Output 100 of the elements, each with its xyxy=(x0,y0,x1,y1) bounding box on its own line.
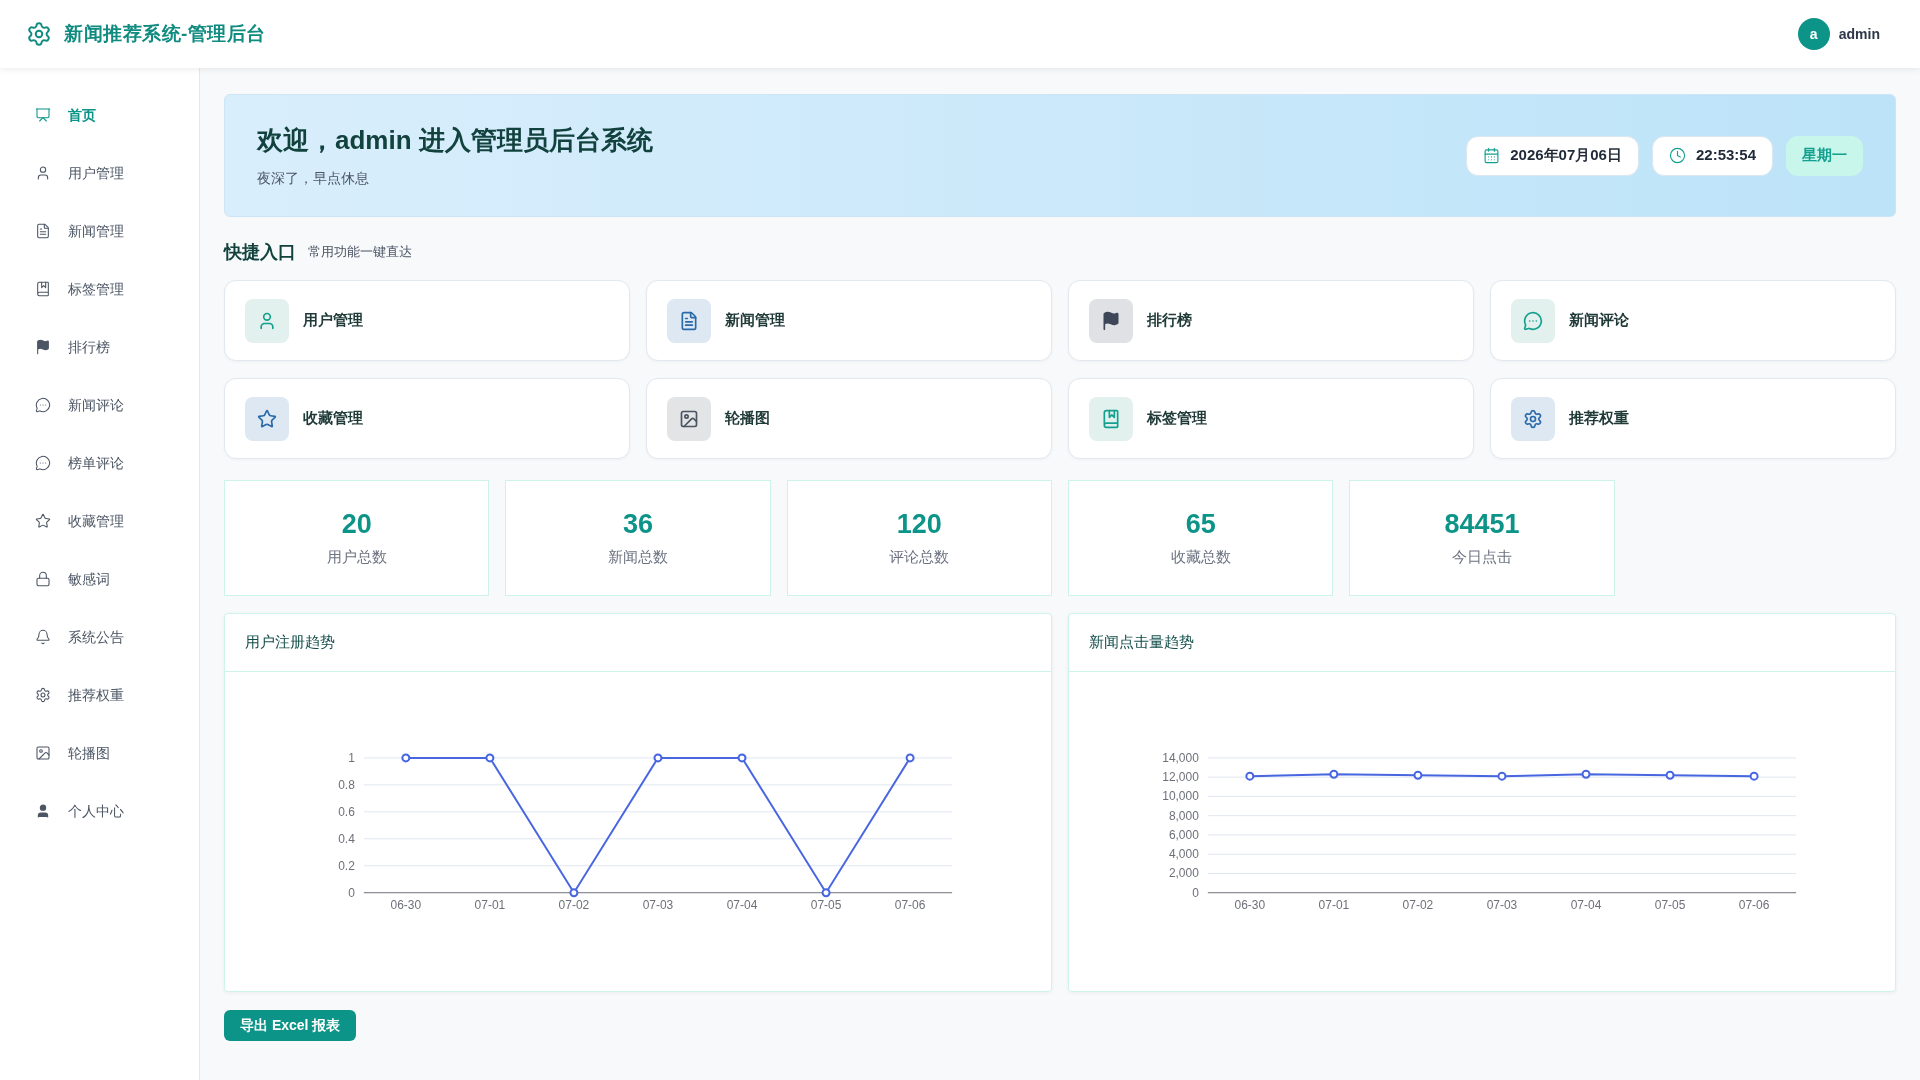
chat-bubble-icon xyxy=(35,397,51,413)
stat-value: 84451 xyxy=(1444,507,1520,540)
calendar-icon xyxy=(1483,147,1501,164)
x-axis-label: 07-02 xyxy=(558,897,590,912)
x-axis-label: 07-06 xyxy=(1738,897,1770,912)
data-point xyxy=(1749,771,1759,781)
data-point xyxy=(1665,770,1675,780)
sidebar-item[interactable]: 新闻评论 xyxy=(0,382,199,428)
user-avatar[interactable]: a xyxy=(1797,18,1830,50)
y-axis-label: 12,000 xyxy=(1162,770,1199,785)
y-axis-label: 10,000 xyxy=(1162,789,1199,804)
y-axis-label: 0.4 xyxy=(338,831,355,846)
data-point xyxy=(905,753,915,763)
data-point xyxy=(1245,771,1255,781)
stat-label: 用户总数 xyxy=(326,546,387,567)
chart-title: 用户注册趋势 xyxy=(245,632,335,653)
data-point xyxy=(569,888,579,898)
quick-entry-card[interactable]: 收藏管理 xyxy=(224,378,630,459)
data-point xyxy=(401,753,411,763)
x-axis-label: 07-02 xyxy=(1402,897,1434,912)
user-icon xyxy=(245,298,289,343)
stat-value: 20 xyxy=(341,507,372,540)
quick-entry-card[interactable]: 用户管理 xyxy=(224,280,630,361)
settings-icon xyxy=(26,21,52,47)
quick-entry-card[interactable]: 推荐权重 xyxy=(1490,378,1896,459)
y-axis-label: 14,000 xyxy=(1162,750,1199,765)
quick-entry-card[interactable]: 轮播图 xyxy=(646,378,1052,459)
sidebar-item[interactable]: 排行榜 xyxy=(0,324,199,370)
presentation-board-icon xyxy=(35,107,51,123)
data-point xyxy=(737,753,747,763)
x-axis-label: 07-05 xyxy=(810,897,842,912)
star-icon xyxy=(35,513,51,529)
user-icon xyxy=(35,165,51,181)
sidebar-item[interactable]: 收藏管理 xyxy=(0,498,199,544)
welcome-subtitle: 夜深了，早点休息 xyxy=(257,168,370,188)
chat-bubble-icon xyxy=(1511,298,1555,343)
welcome-title: 欢迎，admin 进入管理员后台系统 xyxy=(257,123,653,156)
y-axis-label: 0.6 xyxy=(338,804,355,819)
quick-entry-card[interactable]: 标签管理 xyxy=(1068,378,1474,459)
data-point xyxy=(821,888,831,898)
stat-label: 评论总数 xyxy=(889,546,950,567)
flag-icon xyxy=(35,339,51,355)
clock-icon xyxy=(1668,147,1686,164)
image-icon xyxy=(35,745,51,761)
sidebar-item[interactable]: 敏感词 xyxy=(0,556,199,602)
person-icon xyxy=(35,803,51,819)
sidebar-item[interactable]: 首页 xyxy=(0,92,199,138)
flag-icon xyxy=(1089,298,1133,343)
chart-title: 新闻点击量趋势 xyxy=(1089,632,1194,653)
data-point xyxy=(1413,770,1423,780)
sidebar-item[interactable]: 榜单评论 xyxy=(0,440,199,486)
book-icon xyxy=(1089,396,1133,441)
x-axis-label: 07-03 xyxy=(1486,897,1518,912)
x-axis-label: 06-30 xyxy=(1234,897,1266,912)
export-button[interactable]: 导出 Excel 报表 xyxy=(224,1010,357,1041)
x-axis-label: 06-30 xyxy=(390,897,422,912)
y-axis-label: 0.2 xyxy=(338,858,355,873)
section-title: 快捷入口 xyxy=(224,240,296,264)
app-title: 新闻推荐系统-管理后台 xyxy=(64,21,266,46)
sidebar-item[interactable]: 推荐权重 xyxy=(0,672,199,718)
sidebar-item[interactable]: 个人中心 xyxy=(0,788,199,834)
quick-entry-card[interactable]: 排行榜 xyxy=(1068,280,1474,361)
stat-label: 新闻总数 xyxy=(608,546,668,567)
y-axis-label: 6,000 xyxy=(1168,827,1199,842)
y-axis-label: 4,000 xyxy=(1168,847,1199,862)
y-axis-label: 8,000 xyxy=(1168,808,1199,823)
data-point xyxy=(1497,771,1507,781)
x-axis-label: 07-05 xyxy=(1654,897,1686,912)
sidebar-item[interactable]: 轮播图 xyxy=(0,730,199,776)
sidebar-item[interactable]: 新闻管理 xyxy=(0,208,199,254)
x-axis-label: 07-04 xyxy=(726,897,758,912)
stat-value: 36 xyxy=(622,507,653,540)
lock-icon xyxy=(35,571,51,587)
y-axis-label: 0 xyxy=(348,885,355,900)
chat-bubble-icon xyxy=(35,455,51,471)
time-text: 22:53:54 xyxy=(1695,145,1756,166)
x-axis-label: 07-01 xyxy=(474,897,506,912)
document-icon xyxy=(35,223,51,239)
sidebar-item[interactable]: 用户管理 xyxy=(0,150,199,196)
y-axis-label: 1 xyxy=(348,750,355,765)
quick-entry-card[interactable]: 新闻评论 xyxy=(1490,280,1896,361)
x-axis-label: 07-04 xyxy=(1570,897,1602,912)
stat-value: 120 xyxy=(896,507,942,540)
x-axis-label: 07-03 xyxy=(642,897,674,912)
data-point xyxy=(1329,769,1339,779)
section-subtitle: 常用功能一键直达 xyxy=(308,243,412,262)
settings-icon xyxy=(35,687,51,703)
document-icon xyxy=(667,298,711,343)
data-point xyxy=(1581,769,1591,779)
quick-entry-card[interactable]: 新闻管理 xyxy=(646,280,1052,361)
x-axis-label: 07-06 xyxy=(894,897,926,912)
y-axis-label: 0.8 xyxy=(338,777,355,792)
user-name[interactable]: admin xyxy=(1838,23,1880,45)
sidebar-item[interactable]: 系统公告 xyxy=(0,614,199,660)
data-point xyxy=(485,753,495,763)
y-axis-label: 2,000 xyxy=(1168,866,1199,881)
stat-label: 今日点击 xyxy=(1452,546,1512,567)
image-icon xyxy=(667,396,711,441)
sidebar-item[interactable]: 标签管理 xyxy=(0,266,199,312)
data-point xyxy=(653,753,663,763)
